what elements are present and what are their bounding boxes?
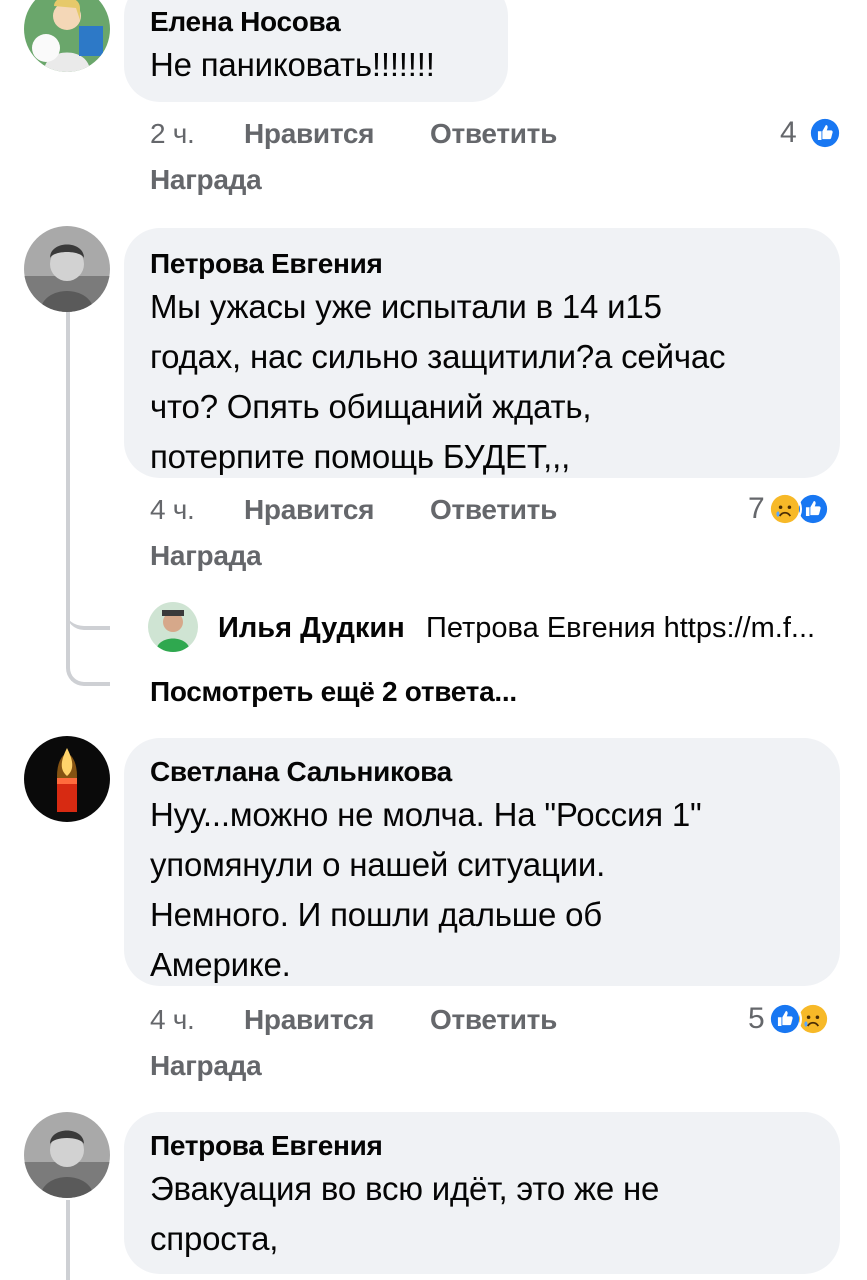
avatar[interactable] — [24, 0, 110, 72]
reaction-count: 5 — [748, 1002, 765, 1035]
reaction-count: 4 — [780, 116, 797, 149]
comment-text: Не паниковать!!!!!!! — [150, 46, 435, 83]
thread-line — [66, 312, 70, 642]
avatar[interactable] — [24, 736, 110, 822]
thread-line — [66, 1200, 70, 1280]
comment-time[interactable]: 2 ч. — [150, 118, 195, 150]
comment-author[interactable]: Петрова Евгения — [150, 1130, 383, 1162]
award-button[interactable]: Награда — [150, 540, 262, 572]
view-more-replies-link[interactable]: Посмотреть ещё 2 ответа... — [150, 676, 517, 708]
comment-bubble: Петрова Евгения Мы ужасы уже испытали в … — [124, 228, 840, 478]
like-button[interactable]: Нравится — [244, 1004, 374, 1036]
reply-text: Петрова Евгения https://m.f... — [426, 612, 816, 644]
comment-bubble: Светлана Сальникова Нуу...можно не молча… — [124, 738, 840, 986]
like-icon — [768, 1002, 802, 1036]
comment-time[interactable]: 4 ч. — [150, 494, 195, 526]
thread-connector — [66, 640, 110, 686]
reaction-summary[interactable]: 7 — [748, 492, 848, 528]
like-button[interactable]: Нравится — [244, 118, 374, 150]
comment-text: Нуу...можно не молча. На "Россия 1" упом… — [150, 796, 702, 983]
sad-icon — [768, 492, 802, 526]
reaction-summary[interactable]: 4 — [780, 116, 850, 152]
reply-button[interactable]: Ответить — [430, 118, 557, 150]
avatar[interactable] — [24, 1112, 110, 1198]
comment-author[interactable]: Петрова Евгения — [150, 248, 383, 280]
avatar[interactable] — [24, 226, 110, 312]
reply-button[interactable]: Ответить — [430, 1004, 557, 1036]
like-button[interactable]: Нравится — [244, 494, 374, 526]
reply-author[interactable]: Илья Дудкин — [218, 612, 405, 645]
reaction-count: 7 — [748, 492, 765, 525]
comment-bubble: Елена Носова Не паниковать!!!!!!! — [124, 0, 508, 102]
comment-time[interactable]: 4 ч. — [150, 1004, 195, 1036]
thread-connector — [66, 600, 110, 630]
reaction-summary[interactable]: 5 — [748, 1002, 848, 1038]
comment-text: Мы ужасы уже испытали в 14 и15 годах, на… — [150, 288, 726, 475]
like-icon — [808, 116, 842, 150]
award-button[interactable]: Награда — [150, 1050, 262, 1082]
award-button[interactable]: Награда — [150, 164, 262, 196]
comment-bubble: Петрова Евгения Эвакуация во всю идёт, э… — [124, 1112, 840, 1274]
avatar[interactable] — [148, 602, 198, 652]
comment-author[interactable]: Елена Носова — [150, 6, 341, 38]
comment-text: Эвакуация во всю идёт, это же не спроста… — [150, 1170, 660, 1257]
comment-author[interactable]: Светлана Сальникова — [150, 756, 452, 788]
reply-button[interactable]: Ответить — [430, 494, 557, 526]
